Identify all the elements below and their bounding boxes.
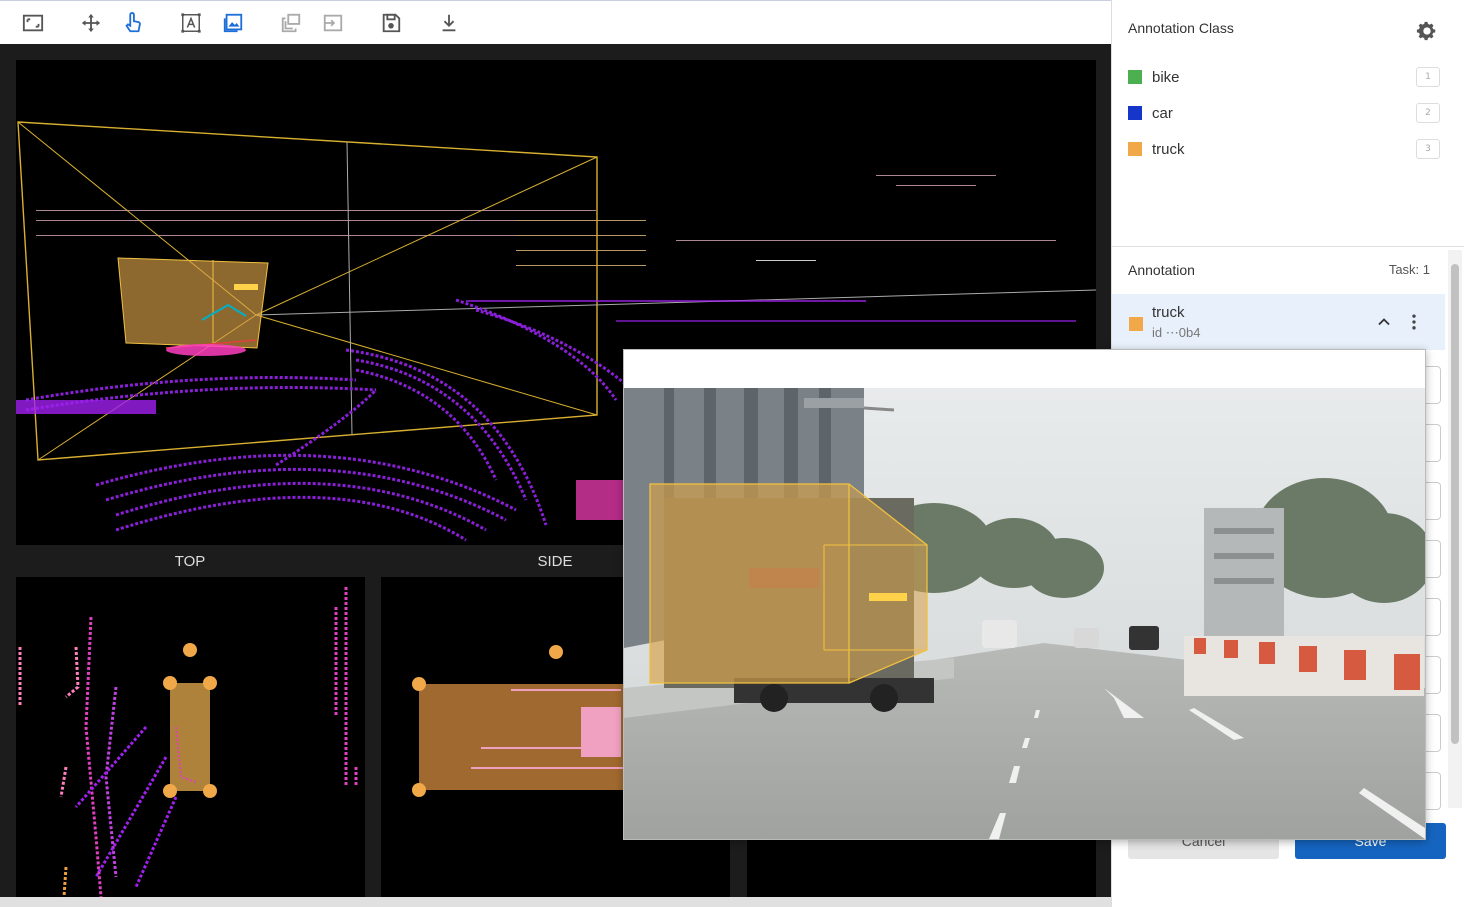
class-color-swatch bbox=[1128, 70, 1142, 84]
attribute-field[interactable] bbox=[1426, 598, 1441, 636]
hotkey-badge: 1 bbox=[1416, 67, 1440, 87]
status-strip bbox=[0, 897, 1111, 907]
annotation-header: Annotation bbox=[1128, 262, 1195, 278]
camera-image-popup[interactable] bbox=[623, 349, 1426, 840]
annotation-name: truck bbox=[1152, 304, 1185, 321]
text-box-icon[interactable] bbox=[177, 9, 205, 37]
sidebar-scrollbar[interactable] bbox=[1448, 250, 1462, 808]
attribute-field[interactable] bbox=[1426, 772, 1441, 810]
divider bbox=[1112, 246, 1464, 247]
popup-title-bar[interactable] bbox=[624, 350, 1425, 389]
class-color-swatch bbox=[1128, 142, 1142, 156]
gear-icon[interactable] bbox=[1416, 20, 1438, 42]
annotation-item-truck[interactable]: truck id ⋯0b4 bbox=[1112, 294, 1445, 350]
toolbar bbox=[0, 0, 1111, 44]
fit-view-icon[interactable] bbox=[19, 9, 47, 37]
attribute-field[interactable] bbox=[1426, 366, 1441, 404]
top-view[interactable] bbox=[16, 577, 365, 897]
camera-image bbox=[624, 388, 1425, 839]
class-label: bike bbox=[1152, 68, 1180, 86]
annotation-class-header: Annotation Class bbox=[1128, 20, 1234, 36]
attribute-field[interactable] bbox=[1426, 540, 1441, 578]
class-item-bike[interactable]: bike 1 bbox=[1128, 65, 1440, 89]
class-label: car bbox=[1152, 104, 1173, 122]
side-view-label: SIDE bbox=[537, 553, 573, 570]
chevron-up-icon[interactable] bbox=[1374, 312, 1394, 332]
hotkey-badge: 2 bbox=[1416, 103, 1440, 123]
class-label: truck bbox=[1152, 140, 1185, 158]
top-view-label: TOP bbox=[174, 553, 206, 570]
attribute-field[interactable] bbox=[1426, 482, 1441, 520]
class-color-swatch bbox=[1128, 106, 1142, 120]
scrollbar-thumb[interactable] bbox=[1451, 264, 1459, 744]
save-disk-icon[interactable] bbox=[377, 9, 405, 37]
attribute-field[interactable] bbox=[1426, 656, 1441, 694]
more-vertical-icon[interactable] bbox=[1404, 312, 1424, 332]
pointer-hand-icon[interactable] bbox=[119, 9, 147, 37]
copy-layers-icon[interactable] bbox=[277, 9, 305, 37]
annotation-color-swatch bbox=[1129, 317, 1143, 331]
hotkey-badge: 3 bbox=[1416, 139, 1440, 159]
move-icon[interactable] bbox=[77, 9, 105, 37]
attribute-field[interactable] bbox=[1426, 714, 1441, 752]
camera-scene bbox=[624, 388, 1425, 839]
attribute-field[interactable] bbox=[1426, 424, 1441, 462]
class-item-car[interactable]: car 2 bbox=[1128, 101, 1440, 125]
task-count: Task: 1 bbox=[1388, 262, 1430, 277]
annotation-id: id ⋯0b4 bbox=[1152, 325, 1201, 340]
image-view-icon[interactable] bbox=[219, 9, 247, 37]
import-icon[interactable] bbox=[319, 9, 347, 37]
class-item-truck[interactable]: truck 3 bbox=[1128, 137, 1440, 161]
download-icon[interactable] bbox=[435, 9, 463, 37]
top-view-canvas bbox=[18, 587, 358, 897]
